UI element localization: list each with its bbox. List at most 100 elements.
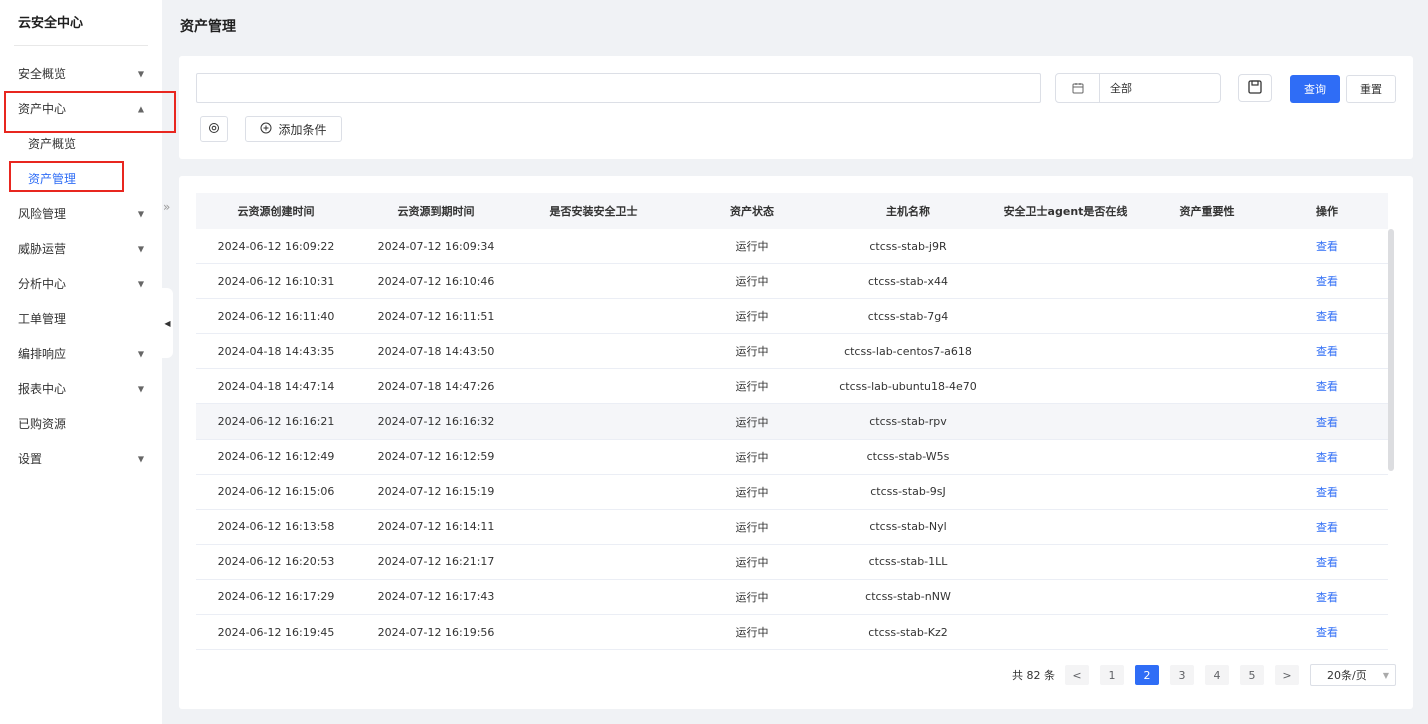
column-header[interactable]: 资产状态 xyxy=(671,203,833,219)
date-range-select[interactable]: 全部 xyxy=(1055,73,1221,103)
table-cell-status: 运行中 xyxy=(735,380,769,394)
table-cell-host: ctcss-stab-7g4 xyxy=(867,309,949,323)
sidebar-item-report-center[interactable]: 报表中心 ▼ xyxy=(0,371,162,406)
sidebar-item-label: 已购资源 xyxy=(18,417,67,431)
chevron-down-icon: ▼ xyxy=(137,349,144,358)
table-row: 2024-06-12 16:09:22 2024-07-12 16:09:34 运行… xyxy=(196,229,1388,265)
column-header[interactable]: 安全卫士agent是否在线 xyxy=(983,203,1148,219)
filter-settings-button[interactable] xyxy=(200,116,228,142)
sidebar-item-asset-management[interactable]: 资产管理 xyxy=(0,161,162,196)
sidebar-item-asset-overview[interactable]: 资产概览 xyxy=(0,126,162,161)
save-icon xyxy=(1247,79,1263,98)
view-link[interactable]: 查看 xyxy=(1266,624,1388,640)
view-link[interactable]: 查看 xyxy=(1266,449,1388,465)
page-button[interactable]: 1 xyxy=(1100,665,1124,685)
sidebar-item-ticket-management[interactable]: 工单管理 xyxy=(0,301,162,336)
settings-icon xyxy=(208,122,220,137)
view-link[interactable]: 查看 xyxy=(1266,414,1388,430)
column-header[interactable]: 操作 xyxy=(1266,203,1388,219)
column-header[interactable]: 资产重要性 xyxy=(1148,203,1266,219)
table-cell-status: 运行中 xyxy=(735,450,769,464)
page-button[interactable]: 3 xyxy=(1170,665,1194,685)
column-header[interactable]: 云资源到期时间 xyxy=(356,203,516,219)
view-link[interactable]: 查看 xyxy=(1266,378,1388,394)
table-cell-created: 2024-06-12 16:12:49 xyxy=(217,450,335,464)
sidebar-item-orchestration-response[interactable]: 编排响应 ▼ xyxy=(0,336,162,371)
sidebar-item-label: 资产管理 xyxy=(28,172,77,186)
view-link[interactable]: 查看 xyxy=(1266,238,1388,254)
table-cell-expires: 2024-07-12 16:19:56 xyxy=(377,625,495,639)
table-cell-created: 2024-06-12 16:16:21 xyxy=(217,415,335,429)
plus-circle-icon xyxy=(260,122,272,137)
table-cell-created: 2024-06-12 16:09:22 xyxy=(217,239,335,253)
query-button[interactable]: 查询 xyxy=(1290,75,1340,103)
table-cell-expires: 2024-07-12 16:16:32 xyxy=(377,415,495,429)
column-header[interactable]: 云资源创建时间 xyxy=(196,203,356,219)
search-input[interactable] xyxy=(196,73,1041,103)
table-row: 2024-06-12 16:17:29 2024-07-12 16:17:43 运行… xyxy=(196,580,1388,616)
table-cell-status: 运行中 xyxy=(735,485,769,499)
table-cell-created: 2024-06-12 16:10:31 xyxy=(217,274,335,288)
column-header[interactable]: 是否安装安全卫士 xyxy=(516,203,671,219)
page-button[interactable]: 4 xyxy=(1205,665,1229,685)
page-button[interactable]: 5 xyxy=(1240,665,1264,685)
expand-icon[interactable]: » xyxy=(163,200,170,214)
table-row: 2024-06-12 16:10:31 2024-07-12 16:10:46 运行… xyxy=(196,264,1388,300)
table-cell-host: ctcss-stab-x44 xyxy=(867,274,949,288)
sidebar-item-security-overview[interactable]: 安全概览 ▼ xyxy=(0,56,162,91)
view-link[interactable]: 查看 xyxy=(1266,484,1388,500)
pagination-total: 共 82 条 xyxy=(1012,669,1055,682)
view-link[interactable]: 查看 xyxy=(1266,308,1388,324)
chevron-down-icon: ▼ xyxy=(137,384,144,393)
page-title: 资产管理 xyxy=(180,19,236,35)
table-cell-expires: 2024-07-12 16:17:43 xyxy=(377,590,495,604)
table-cell-created: 2024-06-12 16:19:45 xyxy=(217,625,335,639)
view-link[interactable]: 查看 xyxy=(1266,343,1388,359)
prev-page-button[interactable]: < xyxy=(1065,665,1089,685)
table-cell-host: ctcss-stab-Kz2 xyxy=(868,625,948,639)
table-cell-status: 运行中 xyxy=(735,520,769,534)
reset-button[interactable]: 重置 xyxy=(1346,75,1396,103)
table-cell-expires: 2024-07-18 14:47:26 xyxy=(377,379,495,393)
table-cell-status: 运行中 xyxy=(735,345,769,359)
table-cell-created: 2024-06-12 16:15:06 xyxy=(217,485,335,499)
date-range-value: 全部 xyxy=(1110,82,1132,95)
table-cell-host: ctcss-stab-W5s xyxy=(866,450,950,464)
sidebar-item-label: 报表中心 xyxy=(18,382,67,396)
sidebar-item-risk-management[interactable]: 风险管理 ▼ xyxy=(0,196,162,231)
view-link[interactable]: 查看 xyxy=(1266,273,1388,289)
view-link[interactable]: 查看 xyxy=(1266,589,1388,605)
sidebar-item-asset-center[interactable]: 资产中心 ▲ xyxy=(0,91,162,126)
save-filter-button[interactable] xyxy=(1238,74,1272,102)
table-cell-status: 运行中 xyxy=(735,240,769,254)
page-button-current[interactable]: 2 xyxy=(1135,665,1159,685)
add-condition-button[interactable]: 添加条件 xyxy=(245,116,342,142)
sidebar-collapse-handle[interactable]: ◀ xyxy=(162,288,173,358)
view-link[interactable]: 查看 xyxy=(1266,519,1388,535)
table-row: 2024-06-12 16:16:21 2024-07-12 16:16:32 运行… xyxy=(196,404,1388,440)
table-cell-host: ctcss-stab-nNW xyxy=(865,590,951,604)
table-row: 2024-06-12 16:11:40 2024-07-12 16:11:51 运行… xyxy=(196,299,1388,335)
sidebar-item-threat-operations[interactable]: 威胁运营 ▼ xyxy=(0,231,162,266)
page-size-select[interactable]: 20条/页 ▼ xyxy=(1310,664,1396,686)
table-cell-created: 2024-06-12 16:13:58 xyxy=(217,520,335,534)
table-cell-expires: 2024-07-12 16:14:11 xyxy=(377,520,495,534)
table-cell-host: ctcss-stab-9sJ xyxy=(870,485,946,499)
table-scrollbar[interactable] xyxy=(1388,229,1394,471)
view-link[interactable]: 查看 xyxy=(1266,554,1388,570)
table-cell-host: ctcss-stab-j9R xyxy=(869,239,947,253)
table-cell-host: ctcss-lab-centos7-a618 xyxy=(844,344,972,358)
table-cell-created: 2024-06-12 16:20:53 xyxy=(217,555,335,569)
column-header[interactable]: 主机名称 xyxy=(833,203,983,219)
sidebar-item-purchased-resources[interactable]: 已购资源 xyxy=(0,406,162,441)
table-cell-created: 2024-04-18 14:43:35 xyxy=(217,344,335,358)
table-cell-expires: 2024-07-12 16:21:17 xyxy=(377,555,495,569)
chevron-down-icon: ▼ xyxy=(137,244,144,253)
table-cell-status: 运行中 xyxy=(735,590,769,604)
table-cell-status: 运行中 xyxy=(735,275,769,289)
sidebar-item-settings[interactable]: 设置 ▼ xyxy=(0,441,162,476)
asset-table-panel: 云资源创建时间 云资源到期时间 是否安装安全卫士 资产状态 主机名称 安全卫士a… xyxy=(179,176,1413,709)
next-page-button[interactable]: > xyxy=(1275,665,1299,685)
sidebar-item-analysis-center[interactable]: 分析中心 ▼ xyxy=(0,266,162,301)
chevron-down-icon: ▼ xyxy=(1382,670,1389,680)
